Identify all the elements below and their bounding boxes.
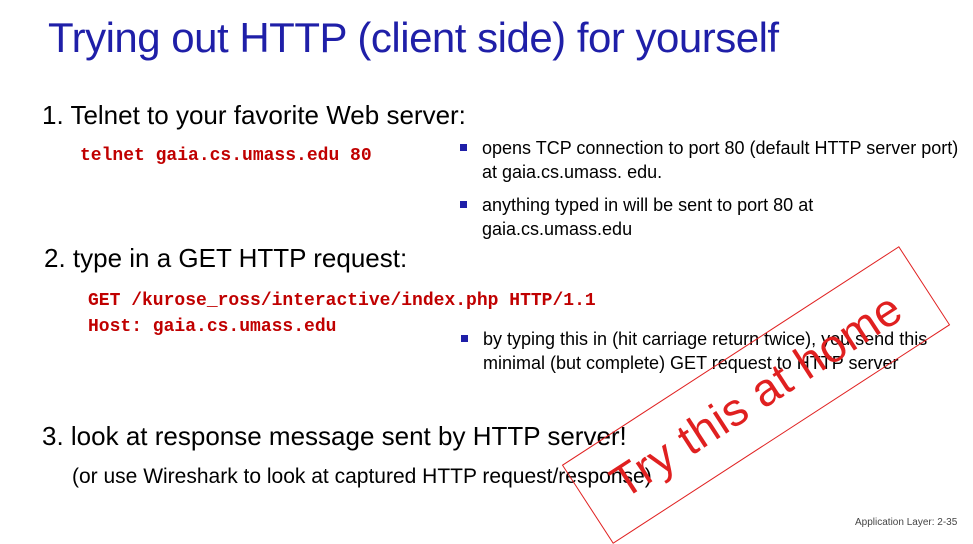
telnet-command: telnet gaia.cs.umass.edu 80 — [80, 146, 372, 166]
slide-footer: Application Layer: 2-35 — [855, 517, 958, 528]
get-request-line: GET /kurose_ross/interactive/index.php H… — [88, 291, 596, 311]
step-3-heading: 3. look at response message sent by HTTP… — [42, 421, 627, 451]
step-1-heading: 1. Telnet to your favorite Web server: — [42, 100, 466, 130]
slide-title: Trying out HTTP (client side) for yourse… — [48, 14, 779, 61]
bullet-typing-this: by typing this in (hit carriage return t… — [461, 327, 953, 375]
bullet-text: anything typed in will be sent to port 8… — [482, 195, 814, 239]
bullet-marker-icon — [460, 201, 467, 208]
bullet-text: by typing this in (hit carriage return t… — [483, 329, 928, 373]
bullet-marker-icon — [461, 335, 468, 342]
host-header-line: Host: gaia.cs.umass.edu — [88, 317, 337, 337]
step-2-heading: 2. type in a GET HTTP request: — [44, 243, 408, 273]
try-this-at-home-stamp: Try this at home — [561, 246, 951, 544]
bullet-anything-typed: anything typed in will be sent to port 8… — [460, 193, 882, 241]
bullet-marker-icon — [460, 144, 467, 151]
bullet-opens-tcp: opens TCP connection to port 80 (default… — [460, 136, 962, 184]
wireshark-note: (or use Wireshark to look at captured HT… — [72, 465, 652, 488]
bullet-text: opens TCP connection to port 80 (default… — [482, 138, 959, 182]
